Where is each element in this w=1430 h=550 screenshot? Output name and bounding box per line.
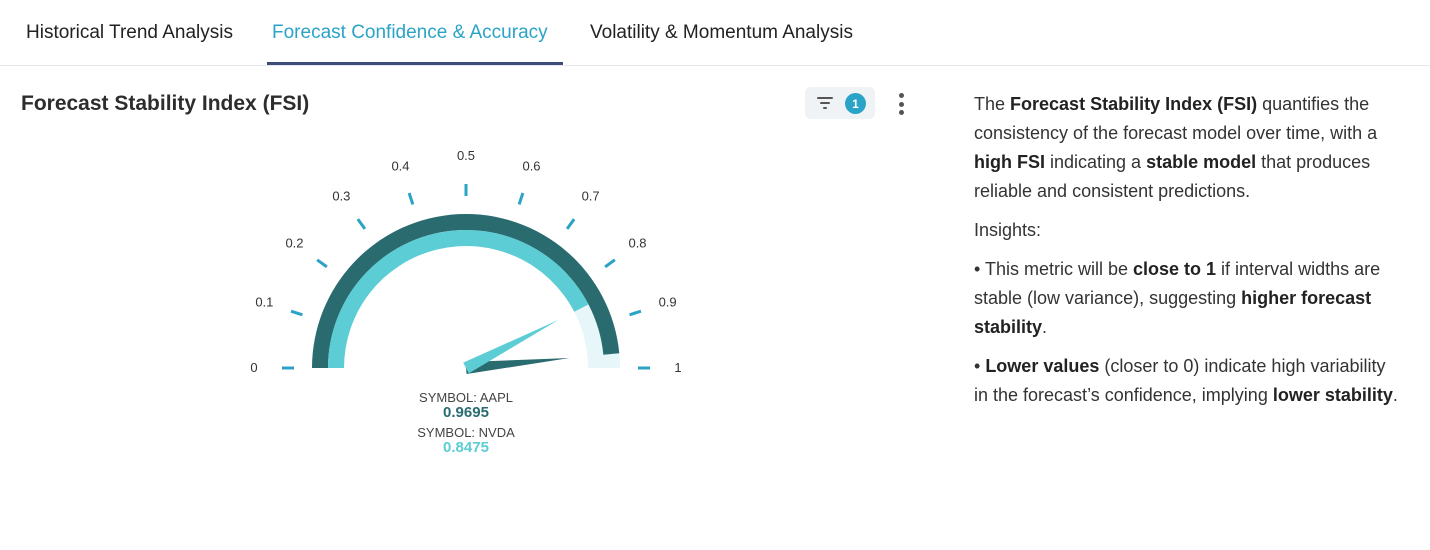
gauge-tick <box>517 192 525 205</box>
active-tab-indicator <box>267 62 563 65</box>
fsi-description: The Forecast Stability Index (FSI) quant… <box>974 90 1404 420</box>
nvda-value: 0.8475 <box>443 439 489 456</box>
nvda-symbol-label: SYMBOL: NVDA <box>417 425 515 440</box>
description-paragraph: The Forecast Stability Index (FSI) quant… <box>974 94 1378 201</box>
gauge-tick <box>290 309 303 317</box>
gauge-tick-label: 0.3 <box>332 188 350 203</box>
tab-volatility-momentum-analysis[interactable]: Volatility & Momentum Analysis <box>590 22 853 44</box>
gauge-tick-label: 0.7 <box>582 188 600 203</box>
aapl-value: 0.9695 <box>443 404 489 421</box>
gauge-tick-label: 0 <box>250 360 257 375</box>
gauge-tick <box>604 258 616 269</box>
tab-bar: Historical Trend Analysis Forecast Confi… <box>0 0 1430 66</box>
gauge-tick <box>565 218 576 230</box>
gauge-tick-label: 0.8 <box>628 235 646 250</box>
insight-bullet-2: • Lower values (closer to 0) indicate hi… <box>974 356 1398 405</box>
gauge-tick-label: 0.1 <box>255 294 273 309</box>
gauge-tick-label: 0.2 <box>285 235 303 250</box>
filter-count-badge: 1 <box>845 93 866 114</box>
card-title: Forecast Stability Index (FSI) <box>21 92 310 115</box>
gauge-tick-label: 0.9 <box>659 294 677 309</box>
gauge-tick-label: 0.6 <box>522 158 540 173</box>
gauge-tick <box>407 192 415 205</box>
more-options-button[interactable] <box>890 90 912 118</box>
insights-label: Insights: <box>974 220 1042 240</box>
filter-icon <box>817 97 833 109</box>
aapl-symbol-label: SYMBOL: AAPL <box>419 390 513 405</box>
filter-button[interactable]: 1 <box>805 87 875 119</box>
fsi-gauge-chart: 0 0.1 0.2 0.3 0.4 0.5 0.6 0.7 0.8 0.9 1 SYMBOL: AAP… <box>250 148 681 456</box>
insight-bullet-1: • This metric will be close to 1 if inte… <box>974 259 1381 337</box>
gauge-tick <box>629 309 642 317</box>
gauge-tick-label: 0.4 <box>391 158 409 173</box>
tab-forecast-confidence-accuracy[interactable]: Forecast Confidence & Accuracy <box>272 22 548 44</box>
gauge-tick <box>316 258 328 269</box>
more-vertical-icon <box>898 93 904 98</box>
gauge-tick-label: 0.5 <box>457 148 475 163</box>
gauge-tick <box>356 218 367 230</box>
gauge-tick-label: 1 <box>674 360 681 375</box>
tab-historical-trend-analysis[interactable]: Historical Trend Analysis <box>26 22 233 44</box>
